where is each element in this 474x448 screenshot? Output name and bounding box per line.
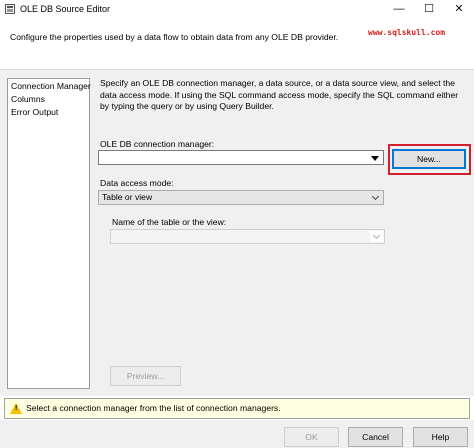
warning-icon [10, 403, 22, 414]
connection-manager-combo[interactable] [98, 150, 384, 165]
page-item-connection-manager[interactable]: Connection Manager [8, 80, 91, 93]
intro-text: Specify an OLE DB connection manager, a … [100, 78, 459, 112]
chevron-down-icon[interactable] [369, 152, 382, 163]
access-mode-label: Data access mode: [100, 178, 174, 188]
message-text: Select a connection manager from the lis… [26, 403, 281, 413]
chevron-down-icon[interactable] [369, 192, 382, 203]
ok-button[interactable]: OK [284, 427, 339, 447]
help-button[interactable]: Help [413, 427, 468, 447]
cancel-button[interactable]: Cancel [348, 427, 403, 447]
table-name-combo[interactable] [110, 229, 385, 244]
header-description: Configure the properties used by a data … [10, 32, 339, 42]
app-icon [5, 4, 15, 14]
new-connection-button[interactable]: New... [392, 149, 466, 169]
message-bar: Select a connection manager from the lis… [4, 398, 470, 419]
close-button[interactable]: ✕ [444, 0, 474, 19]
chevron-down-icon [370, 231, 383, 242]
title-bar: OLE DB Source Editor — ☐ ✕ [0, 0, 474, 19]
access-mode-combo[interactable]: Table or view [98, 190, 384, 205]
preview-button[interactable]: Preview... [110, 366, 181, 386]
page-item-columns[interactable]: Columns [8, 93, 89, 106]
access-mode-value: Table or view [102, 192, 153, 202]
header-panel: Configure the properties used by a data … [0, 19, 474, 70]
connection-manager-label: OLE DB connection manager: [100, 139, 215, 149]
maximize-button[interactable]: ☐ [414, 0, 444, 19]
window-title: OLE DB Source Editor [20, 4, 111, 14]
minimize-button[interactable]: — [384, 0, 414, 19]
page-item-error-output[interactable]: Error Output [8, 106, 89, 119]
table-name-label: Name of the table or the view: [112, 217, 227, 227]
page-list: Connection Manager Columns Error Output [7, 78, 91, 389]
watermark: www.sqlskull.com [368, 28, 446, 37]
